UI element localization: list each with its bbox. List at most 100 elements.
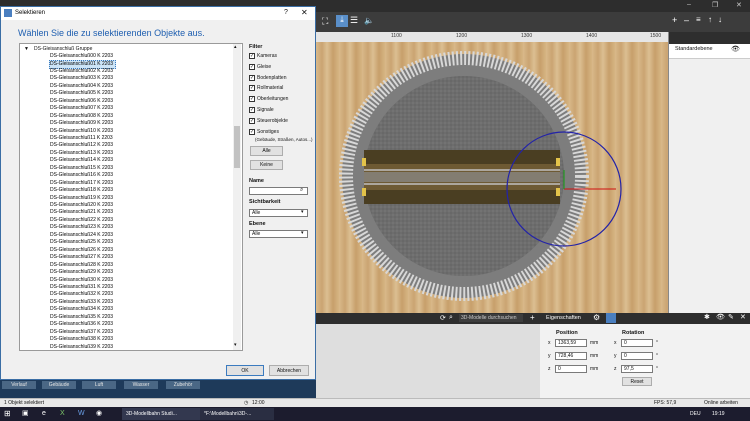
tab-verlauf[interactable]: Verlauf bbox=[2, 381, 36, 389]
chevron-down-icon[interactable]: ▾ bbox=[301, 209, 304, 215]
filter-checkbox[interactable]: ✓ bbox=[249, 128, 255, 135]
layer-row[interactable]: Standardebene 👁 bbox=[669, 44, 750, 59]
filter-checkbox[interactable]: ✓ bbox=[249, 53, 255, 59]
explorer-icon[interactable]: ▣ bbox=[22, 408, 29, 420]
lock-icon[interactable]: ✎ bbox=[728, 313, 734, 321]
list-item[interactable]: DS-Gleisanschluß36 K 2203 bbox=[50, 321, 113, 328]
help-icon[interactable]: ? bbox=[284, 9, 288, 16]
select-none-button[interactable]: Keine bbox=[250, 160, 283, 170]
grid-icon[interactable]: ☰ bbox=[350, 15, 358, 26]
list-item[interactable]: DS-Gleisanschluß19 K 2203 bbox=[50, 195, 113, 202]
list-item[interactable]: DS-Gleisanschluß00 K 2203 bbox=[50, 53, 113, 60]
filter-checkbox[interactable]: ✓ bbox=[249, 63, 255, 70]
filter-checkbox[interactable]: ✓ bbox=[249, 96, 255, 103]
close-icon[interactable]: ✕ bbox=[736, 1, 742, 9]
list-item[interactable]: DS-Gleisanschluß18 K 2203 bbox=[50, 187, 113, 194]
rot-z-input[interactable]: 97,5 bbox=[621, 365, 653, 373]
list-item[interactable]: DS-Gleisanschluß02 K 2203 bbox=[50, 68, 113, 75]
scrollbar-thumb[interactable] bbox=[234, 126, 240, 168]
fit-view-icon[interactable]: ⛶ bbox=[322, 16, 328, 27]
list-item[interactable]: DS-Gleisanschluß24 K 2203 bbox=[50, 232, 113, 239]
list-item[interactable]: DS-Gleisanschluß22 K 2203 bbox=[50, 217, 113, 224]
list-item[interactable]: DS-Gleisanschluß06 K 2203 bbox=[50, 98, 113, 105]
rot-y-input[interactable]: 0 bbox=[621, 352, 653, 360]
add-icon[interactable]: + bbox=[530, 313, 535, 322]
list-item[interactable]: DS-Gleisanschluß21 K 2203 bbox=[50, 209, 113, 216]
filter-checkbox[interactable]: ✓ bbox=[249, 107, 255, 113]
list-item[interactable]: DS-Gleisanschluß29 K 2203 bbox=[50, 269, 113, 276]
collapse-arrow-icon[interactable]: ▼ bbox=[24, 46, 29, 53]
taskbar-item-editor[interactable]: *F:\Modellbahn\3D-... bbox=[200, 408, 274, 420]
pin-panel-icon[interactable]: ✱ bbox=[704, 313, 710, 321]
list-item[interactable]: DS-Gleisanschluß03 K 2203 bbox=[50, 75, 113, 82]
list-item[interactable]: DS-Gleisanschluß16 K 2203 bbox=[50, 172, 113, 179]
list-item[interactable]: DS-Gleisanschluß30 K 2203 bbox=[50, 277, 113, 284]
list-item[interactable]: DS-Gleisanschluß38 K 2203 bbox=[50, 336, 113, 343]
download-icon[interactable]: ⤓ bbox=[336, 15, 348, 27]
list-item[interactable]: DS-Gleisanschluß09 K 2203 bbox=[50, 120, 113, 127]
list-item[interactable]: DS-Gleisanschluß33 K 2203 bbox=[50, 299, 113, 306]
list-item[interactable]: DS-Gleisanschluß15 K 2203 bbox=[50, 165, 113, 172]
search-icon[interactable]: ⌕ bbox=[449, 314, 453, 322]
maximize-icon[interactable]: ❐ bbox=[712, 1, 718, 9]
list-item[interactable]: DS-Gleisanschluß25 K 2203 bbox=[50, 239, 113, 246]
3d-viewport[interactable] bbox=[316, 42, 668, 313]
list-item[interactable]: DS-Gleisanschluß28 K 2203 bbox=[50, 262, 113, 269]
add-layer-icon[interactable]: + bbox=[672, 15, 677, 25]
gear-icon[interactable]: ⚙ bbox=[593, 313, 600, 322]
edge-icon[interactable]: e bbox=[42, 408, 46, 420]
list-item[interactable]: DS-Gleisanschluß32 K 2203 bbox=[50, 291, 113, 298]
list-item[interactable]: DS-Gleisanschluß27 K 2203 bbox=[50, 254, 113, 261]
pin-icon[interactable] bbox=[606, 313, 616, 323]
layer-menu-icon[interactable]: ≡ bbox=[696, 15, 701, 24]
list-item[interactable]: DS-Gleisanschluß37 K 2203 bbox=[50, 329, 113, 336]
layer-select[interactable]: Alle bbox=[249, 230, 308, 238]
move-up-icon[interactable]: ↑ bbox=[708, 15, 712, 24]
sound-icon[interactable]: 🔈 bbox=[364, 16, 374, 25]
list-item[interactable]: DS-Gleisanschluß08 K 2203 bbox=[50, 113, 113, 120]
list-item[interactable]: DS-Gleisanschluß04 K 2203 bbox=[50, 83, 113, 90]
pos-z-input[interactable]: 0 bbox=[555, 365, 587, 373]
list-item[interactable]: DS-Gleisanschluß31 K 2203 bbox=[50, 284, 113, 291]
list-item[interactable]: DS-Gleisanschluß26 K 2203 bbox=[50, 247, 113, 254]
move-down-icon[interactable]: ↓ bbox=[718, 15, 722, 24]
pos-y-input[interactable]: 728,46 bbox=[555, 352, 587, 360]
list-item[interactable]: DS-Gleisanschluß20 K 2203 bbox=[50, 202, 113, 209]
dialog-close-icon[interactable]: ✕ bbox=[301, 8, 308, 17]
input-language[interactable]: DEU bbox=[690, 408, 701, 420]
list-item[interactable]: DS-Gleisanschluß10 K 2203 bbox=[50, 128, 113, 135]
list-item[interactable]: DS-Gleisanschluß34 K 2203 bbox=[50, 306, 113, 313]
scroll-up-icon[interactable]: ▴ bbox=[234, 44, 237, 50]
visibility-select[interactable]: Alle bbox=[249, 209, 308, 217]
minimize-icon[interactable]: – bbox=[687, 1, 691, 8]
cancel-button[interactable]: Abbrechen bbox=[269, 365, 309, 376]
list-item[interactable]: DS-Gleisanschluß07 K 2203 bbox=[50, 105, 113, 112]
tree-scrollbar[interactable]: ▴ ▾ bbox=[233, 44, 241, 350]
chevron-down-icon[interactable]: ▾ bbox=[301, 230, 304, 236]
dialog-titlebar[interactable]: Selektieren ? ✕ bbox=[1, 7, 315, 20]
windows-start-icon[interactable]: ⊞ bbox=[4, 408, 11, 420]
app-icon[interactable]: ◉ bbox=[96, 408, 102, 420]
filter-checkbox[interactable]: ✓ bbox=[249, 74, 255, 81]
visibility-icon[interactable]: 👁 bbox=[716, 313, 725, 321]
word-icon[interactable]: W bbox=[78, 408, 85, 420]
search-icon[interactable]: ⌕ bbox=[300, 187, 303, 194]
ok-button[interactable]: OK bbox=[226, 365, 264, 376]
tree-group[interactable]: DS-Gleisanschluß Gruppe bbox=[34, 46, 92, 53]
tab-zubehoer[interactable]: Zubehör bbox=[166, 381, 200, 389]
remove-layer-icon[interactable]: – bbox=[684, 15, 689, 25]
filter-checkbox[interactable]: ✓ bbox=[249, 117, 255, 124]
tab-gebaeude[interactable]: Gebäude bbox=[42, 381, 76, 389]
excel-icon[interactable]: X bbox=[60, 408, 65, 420]
object-tree[interactable]: ▼ DS-Gleisanschluß Gruppe DS-Gleisanschl… bbox=[19, 43, 243, 351]
list-item[interactable]: DS-Gleisanschluß13 K 2203 bbox=[50, 150, 113, 157]
eye-icon[interactable]: 👁 bbox=[731, 45, 740, 53]
reset-button[interactable]: Reset bbox=[622, 377, 652, 386]
tab-wasser[interactable]: Wasser bbox=[124, 381, 158, 389]
refresh-icon[interactable]: ⟳ bbox=[440, 314, 446, 322]
list-item[interactable]: DS-Gleisanschluß14 K 2203 bbox=[50, 157, 113, 164]
list-item[interactable]: DS-Gleisanschluß05 K 2203 bbox=[50, 90, 113, 97]
tab-luft[interactable]: Luft bbox=[82, 381, 116, 389]
list-item[interactable]: DS-Gleisanschluß17 K 2203 bbox=[50, 180, 113, 187]
scroll-down-icon[interactable]: ▾ bbox=[234, 342, 237, 348]
